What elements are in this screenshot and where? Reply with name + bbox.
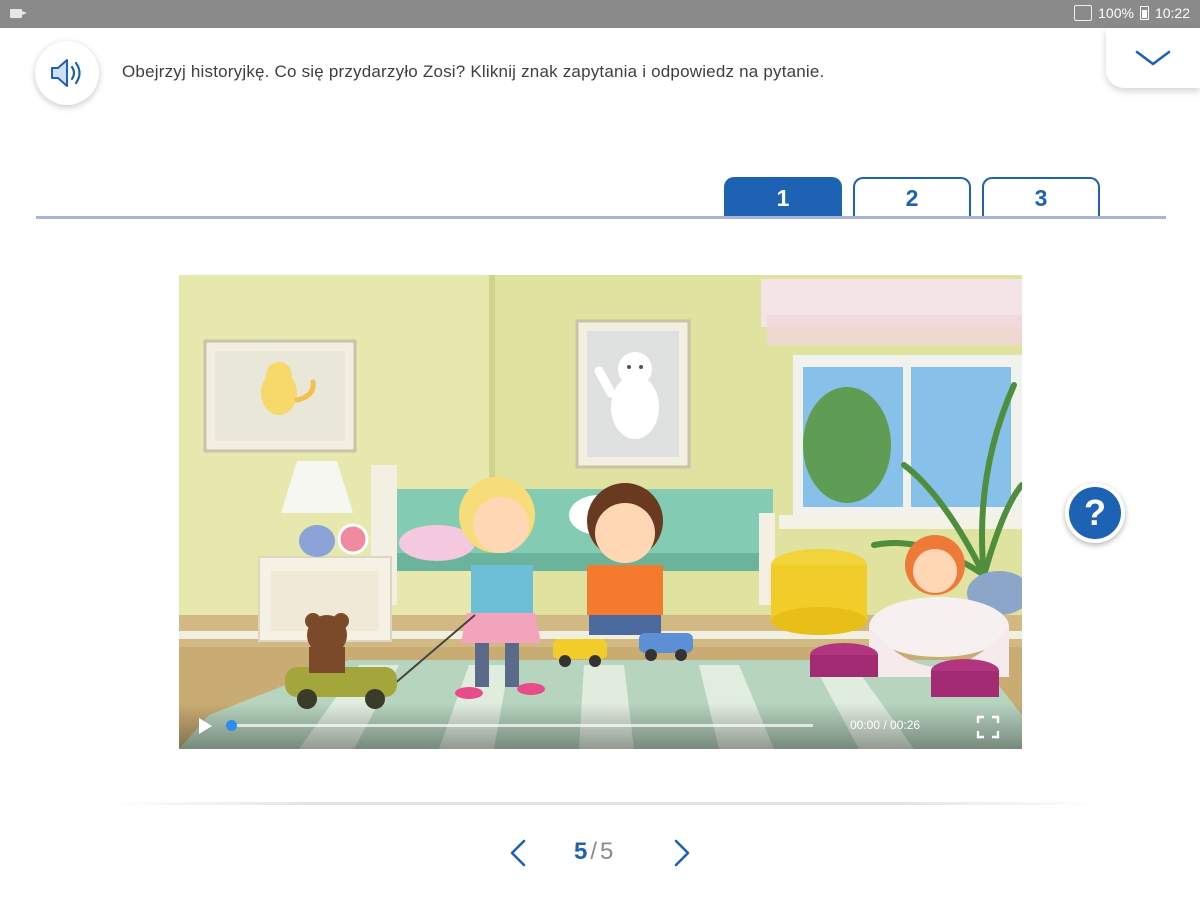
play-icon[interactable]	[199, 718, 212, 734]
battery-percent: 100%	[1098, 5, 1134, 21]
video-progress-knob[interactable]	[226, 720, 237, 731]
footer-divider	[110, 802, 1100, 805]
battery-icon	[1139, 6, 1149, 20]
chevron-down-icon	[1135, 50, 1171, 66]
video-controls: 00:00 / 00:26	[179, 703, 1022, 749]
video-time: 00:00 / 00:26	[850, 718, 921, 732]
tab-3[interactable]: 3	[982, 177, 1100, 218]
tab-1[interactable]: 1	[724, 177, 842, 218]
speaker-button[interactable]	[35, 41, 99, 105]
video-progress-bar[interactable]	[226, 720, 813, 731]
tab-2[interactable]: 2	[853, 177, 971, 218]
chevron-right-icon[interactable]	[668, 838, 696, 868]
page-separator: /	[590, 838, 598, 865]
video-player[interactable]: 00:00 / 00:26	[179, 275, 1022, 749]
page-current: 5	[574, 838, 588, 865]
pager: 5/5	[500, 830, 700, 874]
question-button[interactable]: ?	[1065, 483, 1125, 543]
fullscreen-icon[interactable]	[976, 715, 1000, 739]
status-bar: 100% 10:22	[0, 0, 1200, 28]
tabs-underline	[36, 216, 1166, 219]
status-bar-right: 100% 10:22	[1074, 5, 1190, 21]
video-frame-illustration	[179, 275, 1022, 749]
collapse-button[interactable]	[1106, 28, 1200, 88]
speaker-icon	[51, 59, 81, 87]
camera-icon	[10, 9, 27, 18]
nfc-icon	[1074, 5, 1093, 21]
page-indicator: 5/5	[574, 838, 613, 866]
chevron-left-icon[interactable]	[504, 838, 532, 868]
clock: 10:22	[1154, 5, 1190, 21]
page-total: 5	[600, 838, 614, 865]
instruction-text: Obejrzyj historyjkę. Co się przydarzyło …	[122, 62, 825, 81]
